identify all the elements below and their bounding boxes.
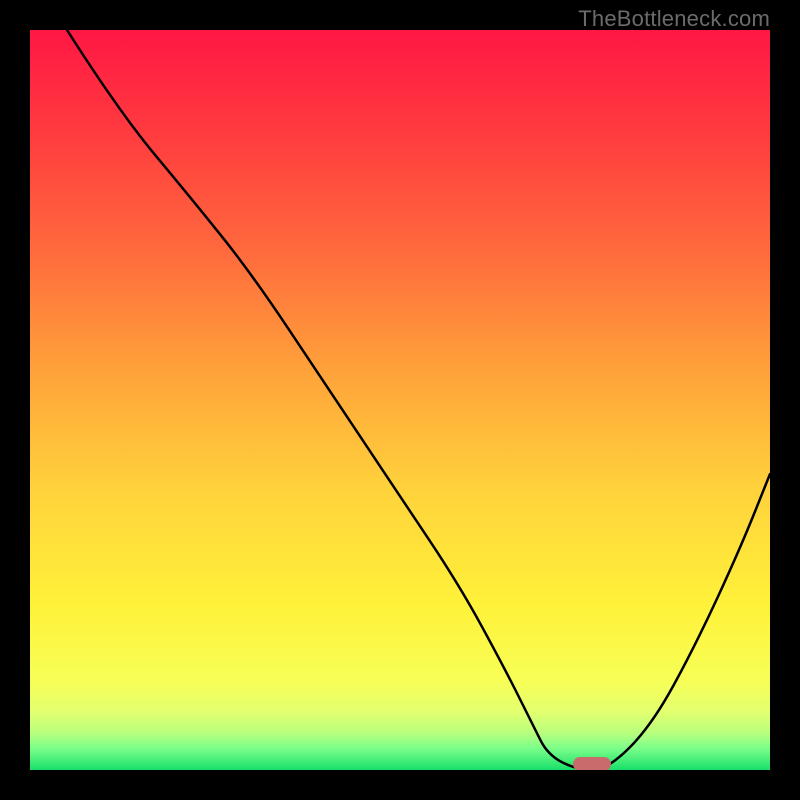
bottleneck-curve <box>30 30 770 770</box>
watermark-text: TheBottleneck.com <box>578 6 770 32</box>
plot-area <box>30 30 770 770</box>
chart-frame: TheBottleneck.com <box>0 0 800 800</box>
optimal-point-marker <box>573 757 611 770</box>
